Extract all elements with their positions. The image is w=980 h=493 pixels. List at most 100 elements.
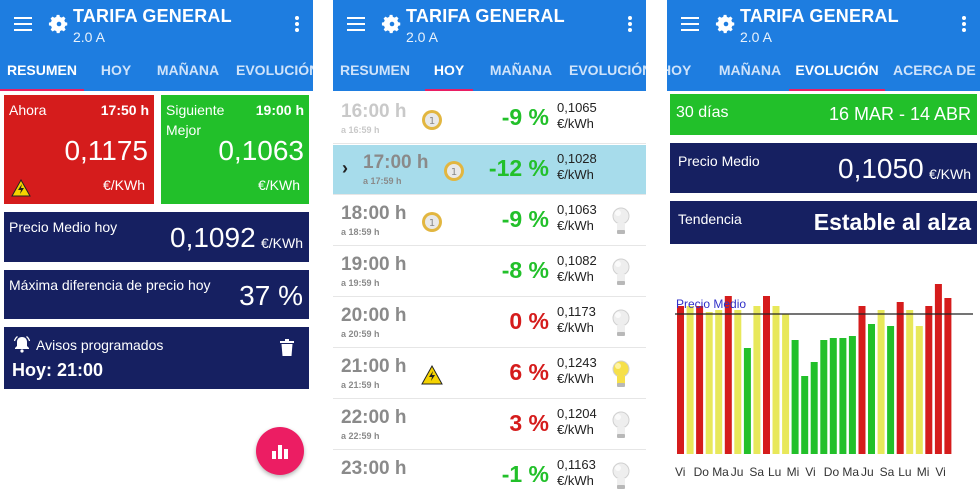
avg-today-card[interactable]: Precio Medio hoy 0,1092 €/KWh [4,212,309,262]
now-price: 0,1175 [64,135,148,166]
app-title: TARIFA GENERAL [73,6,232,26]
date-range-card[interactable]: 30 días 16 MAR - 14 ABR [670,94,977,135]
hour-label: 18:00 h [341,203,407,224]
tab-bar: HOY MAÑANA EVOLUCIÓN ACERCA DE [667,54,980,91]
trash-icon[interactable] [280,339,294,356]
tab-hoy[interactable]: HOY [92,54,140,91]
chart-bar [896,302,904,454]
now-unit: €/KWh [102,177,145,193]
day-tick-label: Vi [675,465,685,479]
tab-hoy[interactable]: HOY [425,54,473,91]
tab-evolucion[interactable]: EVOLUCIÓN [236,54,313,91]
day-tick-label: Ju [861,465,874,479]
current-price-card[interactable]: Ahora 17:50 h 0,1175 €/KWh [4,95,154,204]
coin-icon: 1 [422,110,442,130]
tab-resumen[interactable]: RESUMEN [0,54,84,91]
now-label: Ahora [9,102,47,118]
chart-bar [715,310,723,454]
more-options-icon[interactable] [628,16,632,34]
tariff-subtitle: 2.0 A [406,29,438,45]
lightbulb-icon [612,360,630,387]
hour-price-unit: €/kWh [557,116,594,131]
menu-icon[interactable] [681,17,699,31]
app-bar: TARIFA GENERAL 2.0 A [667,0,980,54]
lightbulb-icon [612,411,630,438]
gear-icon [381,14,401,34]
menu-icon[interactable] [14,17,32,31]
hour-price-unit: €/kWh [557,218,594,233]
chart-bar [839,338,847,454]
coin-icon: 1 [444,161,464,181]
chart-bar [763,296,770,454]
more-options-icon[interactable] [295,16,299,34]
next-best-price: 0,1063 [218,135,304,166]
warning-icon [11,179,31,197]
chart-fab-button[interactable] [256,427,304,475]
bar-chart-icon [272,445,288,459]
chart-bar [925,306,933,454]
tab-evolucion[interactable]: EVOLUCIÓN [569,54,646,91]
day-tick-label: Ma [712,465,729,479]
max-diff-card[interactable]: Máxima diferencia de precio hoy 37 % [4,270,309,319]
lightbulb-icon [612,258,630,285]
hour-label: 16:00 h [341,101,407,122]
tab-manana[interactable]: MAÑANA [715,54,785,91]
day-tick-label: Do [694,465,710,479]
chart-bar [734,310,742,454]
chart-bar [753,306,761,454]
chart-bar [810,362,818,454]
range-label: 30 días [676,104,729,121]
hour-range-label: a 17:59 h [363,176,402,186]
hour-price-unit: €/kWh [557,422,594,437]
next-best-label-2: Mejor [166,122,202,138]
day-tick-label: Vi [805,465,815,479]
alerts-card[interactable]: Avisos programados Hoy: 21:00 [4,327,309,389]
hour-row[interactable]: › 17:00 h a 17:59 h 1 -12 % 0,1028 €/kWh [333,145,646,195]
hour-price: 0,1063 [557,202,597,217]
hour-price: 0,1028 [557,151,597,166]
hour-row[interactable]: 19:00 h a 19:59 h -8 % 0,1082 €/kWh [333,247,646,297]
summary-screen: TARIFA GENERAL 2.0 A RESUMEN HOY MAÑANA … [0,0,313,493]
hour-row[interactable]: 23:00 h -1 % 0,1163 €/kWh [333,451,646,493]
avg-price-card[interactable]: Precio Medio 0,1050 €/KWh [670,143,977,193]
day-tick-label: Do [824,465,840,479]
trend-card[interactable]: Tendencia Estable al alza [670,201,977,244]
tab-hoy[interactable]: HOY [667,54,695,91]
lightbulb-icon [612,207,630,234]
chart-bar [829,338,837,454]
chart-bar [677,306,684,454]
hour-row[interactable]: 16:00 h a 16:59 h 1 -9 % 0,1065 €/kWh [333,94,646,144]
tab-manana[interactable]: MAÑANA [485,54,557,91]
hour-row[interactable]: 20:00 h a 20:59 h 0 % 0,1173 €/kWh [333,298,646,348]
alerts-value: Hoy: 21:00 [12,360,104,380]
hour-label: 17:00 h [363,152,429,173]
menu-icon[interactable] [347,17,365,31]
tariff-subtitle: 2.0 A [740,29,772,45]
lightbulb-icon [612,462,630,489]
hour-price: 0,1204 [557,406,597,421]
hour-range-label: a 16:59 h [341,125,380,135]
hour-row[interactable]: 18:00 h a 18:59 h 1 -9 % 0,1063 €/kWh [333,196,646,246]
tab-bar: RESUMEN HOY MAÑANA EVOLUCIÓN [333,54,646,91]
coin-icon: 1 [422,212,442,232]
hour-row[interactable]: 22:00 h a 22:59 h 3 % 0,1204 €/kWh [333,400,646,450]
tab-resumen[interactable]: RESUMEN [333,54,417,91]
hour-label: 21:00 h [341,356,407,377]
range-dates: 16 MAR - 14 ABR [828,104,971,124]
tab-evolucion[interactable]: EVOLUCIÓN [789,54,885,91]
more-options-icon[interactable] [962,16,966,34]
hour-price: 0,1082 [557,253,597,268]
tab-bar: RESUMEN HOY MAÑANA EVOLUCIÓN [0,54,313,91]
app-bar: TARIFA GENERAL 2.0 A [0,0,313,54]
next-best-card[interactable]: Siguiente Mejor 19:00 h 0,1063 €/KWh [161,95,309,204]
chart-bar [820,340,828,454]
price-evolution-chart: Precio MedioVi Do Ma Ju Sa Lu Mi Vi Do Ma Ju Sa Lu Mi… [675,284,973,479]
svg-text:1: 1 [429,116,435,127]
chart-bar [934,284,942,454]
tab-manana[interactable]: MAÑANA [152,54,224,91]
hour-label: 23:00 h [341,458,407,479]
trend-label: Tendencia [678,211,742,227]
tab-acerca-de[interactable]: ACERCA DE [893,54,980,91]
hour-row[interactable]: 21:00 h a 21:59 h 6 % 0,1243 €/kWh [333,349,646,399]
hour-price: 0,1173 [557,304,596,319]
